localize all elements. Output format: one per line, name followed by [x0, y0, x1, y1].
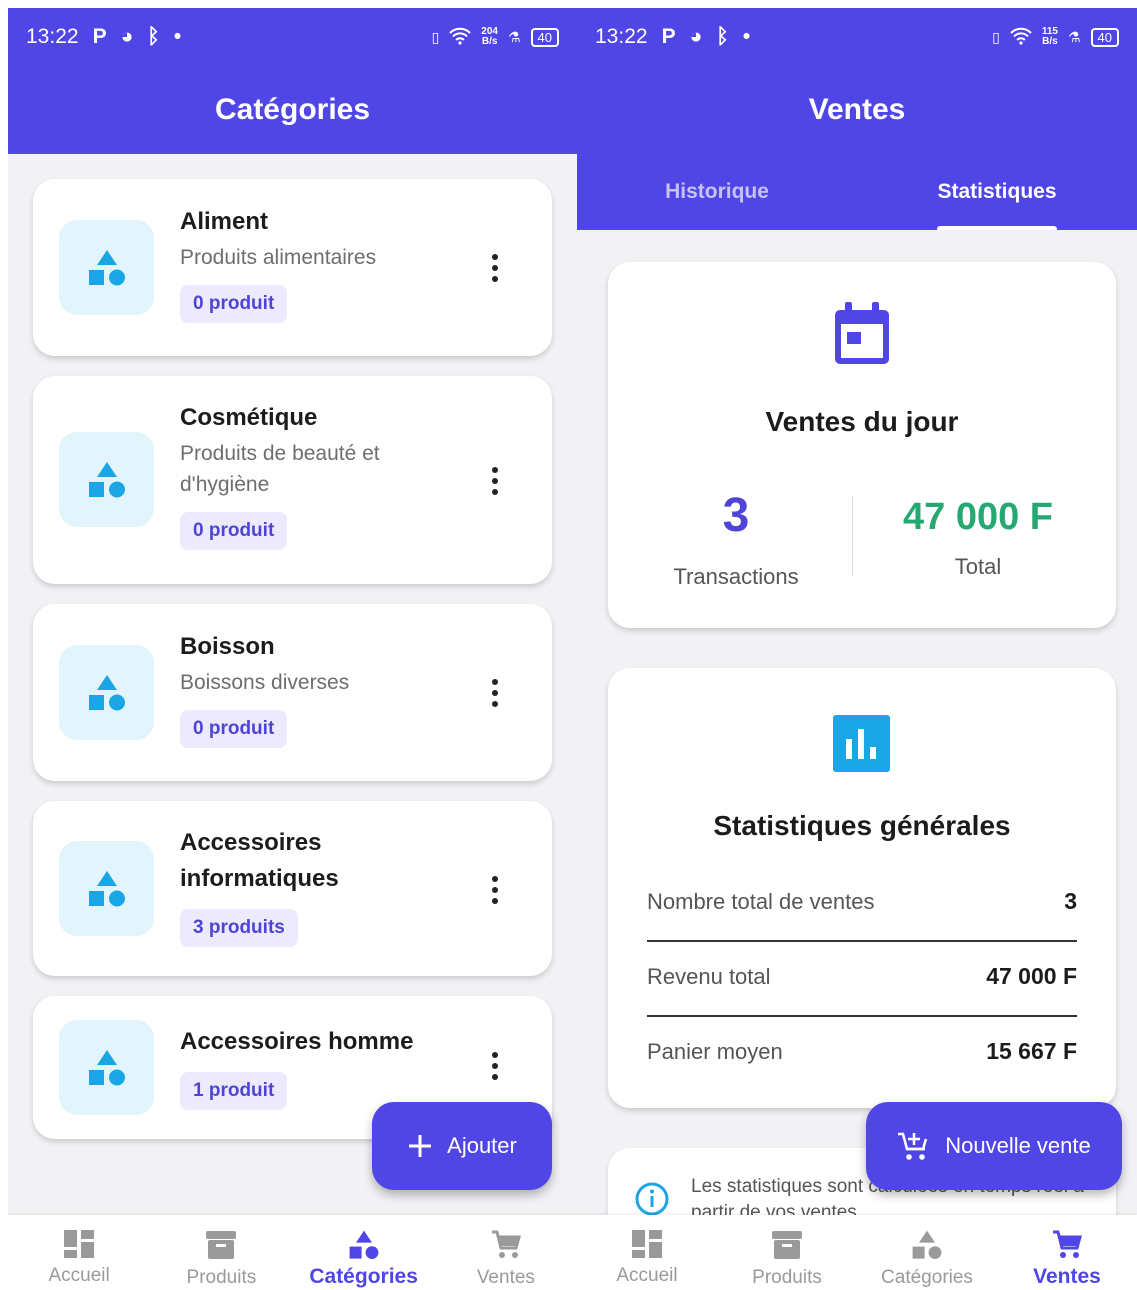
product-count-badge: 0 produit: [180, 285, 288, 323]
bear-app-icon: ◕: [689, 25, 703, 48]
lab-icon: ⚗: [507, 28, 521, 45]
parking-app-icon: P: [92, 25, 107, 48]
category-card-cosmetique[interactable]: Cosmétique Produits de beauté et d'hygiè…: [33, 376, 552, 584]
product-count-badge: 0 produit: [180, 512, 288, 550]
nav-item-categories[interactable]: Catégories: [293, 1215, 435, 1290]
wifi-icon: [1010, 27, 1032, 48]
more-options-icon[interactable]: [488, 876, 502, 904]
dot-icon: •: [742, 25, 751, 48]
divider: [852, 496, 853, 576]
battery-icon: 40: [530, 27, 559, 47]
category-icon: [59, 432, 154, 527]
category-description: Produits alimentaires: [180, 246, 377, 269]
daily-total-value: 47 000 F: [903, 496, 1053, 538]
nav-item-accueil[interactable]: Accueil: [577, 1215, 717, 1290]
category-icon: [59, 645, 154, 740]
more-options-icon[interactable]: [488, 679, 502, 707]
battery-icon: 40: [1090, 27, 1119, 47]
lab-icon: ⚗: [1067, 28, 1081, 45]
status-bar: 13:22 P ◕ ᛒ • ▯ 115 B/s ⚗ 40: [577, 8, 1137, 66]
bottom-navigation: Accueil Produits Catégories Ventes: [577, 1215, 1137, 1290]
shopping-cart-icon: [491, 1230, 521, 1258]
category-name: Aliment: [180, 208, 269, 235]
row-divider: [647, 940, 1077, 942]
row-divider: [647, 1015, 1077, 1017]
archive-box-icon: [772, 1231, 802, 1259]
category-card-accessoires-informatiques[interactable]: Accessoires informatiques 3 produits: [33, 801, 552, 976]
more-options-icon[interactable]: [488, 254, 502, 282]
daily-sales-card: Ventes du jour 3 Transactions 47 000 F T…: [608, 262, 1116, 628]
shopping-cart-icon: [1053, 1230, 1082, 1258]
add-cart-icon: [898, 1132, 928, 1160]
tab-historique[interactable]: Historique: [577, 154, 857, 230]
category-name: Cosmétique: [180, 404, 318, 431]
stat-row-average-basket: Panier moyen 15 667 F: [647, 1038, 1077, 1064]
network-speed: 204 B/s: [481, 26, 498, 47]
category-icon: [59, 841, 154, 936]
nav-item-produits[interactable]: Produits: [717, 1215, 857, 1290]
dashboard-icon: [632, 1230, 662, 1258]
sales-screen: 13:22 P ◕ ᛒ • ▯ 115 B/s ⚗ 40 Ventes Histo…: [577, 8, 1137, 1290]
product-count-badge: 0 produit: [180, 710, 288, 748]
category-shapes-icon: [912, 1230, 942, 1259]
info-icon: [635, 1182, 669, 1216]
bear-app-icon: ◕: [120, 25, 134, 48]
categories-screen: 13:22 P ◕ ᛒ • ▯ 204 B/s ⚗ 40 Catégories A…: [8, 8, 577, 1290]
category-description: Boissons diverses: [180, 671, 350, 694]
dot-icon: •: [173, 25, 182, 48]
nav-item-produits[interactable]: Produits: [150, 1215, 292, 1290]
nav-item-accueil[interactable]: Accueil: [8, 1215, 150, 1290]
category-name: Accessoires informatiques: [180, 829, 339, 892]
status-bar: 13:22 P ◕ ᛒ • ▯ 204 B/s ⚗ 40: [8, 8, 577, 66]
category-icon: [59, 220, 154, 315]
category-shapes-icon: [349, 1230, 379, 1259]
vibrate-icon: ▯: [992, 28, 1000, 45]
daily-total-label: Total: [954, 554, 1002, 579]
vibrate-icon: ▯: [431, 28, 440, 45]
category-description: Produits de beauté et d'hygiène: [180, 442, 380, 496]
category-card-boisson[interactable]: Boisson Boissons diverses 0 produit: [33, 604, 552, 781]
archive-box-icon: [206, 1231, 237, 1259]
general-stats-title: Statistiques générales: [713, 810, 1011, 841]
wifi-icon: [449, 27, 471, 48]
nav-item-ventes[interactable]: Ventes: [997, 1215, 1137, 1290]
add-category-button[interactable]: Ajouter: [372, 1102, 552, 1190]
nav-item-categories[interactable]: Catégories: [857, 1215, 997, 1290]
product-count-badge: 1 produit: [180, 1072, 288, 1110]
general-stats-card: Statistiques générales Nombre total de v…: [608, 668, 1116, 1108]
bluetooth-play-icon: ᛒ: [716, 25, 729, 48]
dashboard-icon: [64, 1230, 95, 1258]
status-time: 13:22: [26, 25, 79, 48]
stat-row-total-sales: Nombre total de ventes 3: [647, 888, 1077, 914]
status-time: 13:22: [595, 25, 648, 48]
stat-row-revenue: Revenu total 47 000 F: [647, 963, 1077, 989]
plus-icon: [409, 1135, 432, 1157]
calendar-icon: [835, 302, 889, 364]
parking-app-icon: P: [661, 25, 676, 48]
product-count-badge: 3 produits: [180, 909, 298, 947]
nav-item-ventes[interactable]: Ventes: [435, 1215, 577, 1290]
category-name: Boisson: [180, 633, 275, 660]
page-title: Catégories: [8, 66, 577, 154]
daily-sales-title: Ventes du jour: [765, 406, 959, 437]
category-name: Accessoires homme: [180, 1028, 414, 1055]
network-speed: 115 B/s: [1041, 26, 1058, 47]
more-options-icon[interactable]: [488, 467, 502, 495]
page-title: Ventes: [577, 66, 1137, 154]
bluetooth-play-icon: ᛒ: [147, 25, 160, 48]
category-icon: [59, 1020, 154, 1115]
bar-chart-icon: [833, 715, 890, 772]
category-card-aliment[interactable]: Aliment Produits alimentaires 0 produit: [33, 179, 552, 356]
transactions-label: Transactions: [673, 564, 799, 589]
bottom-navigation: Accueil Produits Catégories Ventes: [8, 1215, 577, 1290]
more-options-icon[interactable]: [488, 1052, 502, 1080]
tab-bar: Historique Statistiques: [577, 154, 1137, 230]
new-sale-button[interactable]: Nouvelle vente: [866, 1102, 1122, 1190]
tab-statistiques[interactable]: Statistiques: [857, 154, 1137, 230]
transactions-count: 3: [722, 489, 750, 542]
